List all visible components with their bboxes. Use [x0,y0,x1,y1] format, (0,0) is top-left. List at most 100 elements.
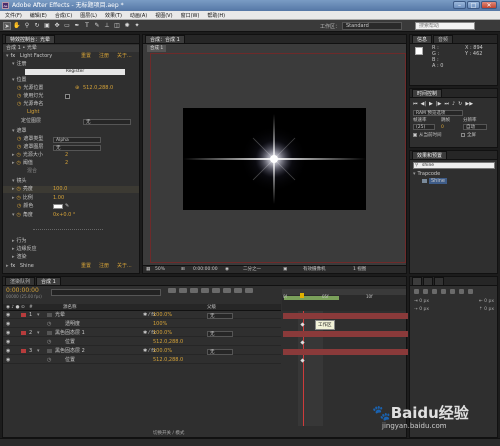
next-frame-icon[interactable]: |▶ [436,101,442,108]
rotate-tool-icon[interactable]: ↻ [33,22,41,30]
view-dropdown[interactable]: 有效摄像机 [303,266,326,274]
work-area-bar[interactable] [284,296,339,300]
align-right-icon[interactable] [432,289,437,294]
stopwatch-icon[interactable]: ◷ [17,93,21,99]
layer-row[interactable]: ◉ 2 ▾ 黑色固态层 1 ✱ ⁄ fx 100.0% 无 [3,330,281,337]
effect-about-link[interactable]: 关于... [117,53,132,60]
shine-reset-link[interactable]: 重置 [81,263,91,270]
loop-icon[interactable]: ↻ [458,101,462,108]
snapshot-icon[interactable]: ◉ [225,266,229,274]
pen-tool-icon[interactable]: ✒ [73,22,81,30]
tab-info[interactable]: 信息 [412,35,433,43]
obscuration-section[interactable]: ▾ 遮罩 [3,128,139,135]
roto-brush-tool-icon[interactable]: ✺ [123,22,131,30]
stopwatch-icon[interactable]: ◷ [17,144,21,150]
layer-row[interactable]: ◉ 3 ▾ 黑色固态层 2 ✱ ⁄ fx 100.0% 无 [3,348,281,355]
register-button[interactable]: Register [25,69,125,75]
menu-composition[interactable]: 合成(C) [55,12,72,19]
shine-about-link[interactable]: 关于... [117,263,132,270]
justify-center-icon[interactable] [450,289,455,294]
tab-a[interactable] [412,277,422,285]
label-color-swatch[interactable] [21,313,26,317]
layer-duration-bar[interactable] [283,349,408,355]
views-dropdown[interactable]: 1 视图 [353,266,366,274]
visibility-eye-icon[interactable]: ◉ [6,339,10,346]
scale-value[interactable]: 1.00 [53,195,64,202]
current-time-indicator[interactable] [300,293,304,298]
light-source-name-value[interactable]: Light [3,109,139,116]
stopwatch-icon[interactable]: ◷ [17,203,21,209]
register-section[interactable]: ▾ 注册 [3,61,139,68]
grid-toggle-icon[interactable]: ▦ [146,266,150,274]
edge-reaction-section[interactable]: ▸ 边缘反应 [3,246,139,253]
text-tool-icon[interactable]: T [83,22,91,30]
tab-render-queue[interactable]: 渲染队列 [5,277,36,285]
ram-preview-dropdown[interactable]: RAM 预览选项 [413,110,463,116]
shine-preset-item[interactable]: Shine [422,178,492,185]
brush-tool-icon[interactable]: ✎ [93,22,101,30]
visibility-eye-icon[interactable]: ◉ [6,312,10,319]
render-section[interactable]: ▸ 渲染 [3,254,139,261]
visibility-eye-icon[interactable]: ◉ [6,348,10,355]
camera-tool-icon[interactable]: ▣ [43,22,51,30]
keyframe-marker[interactable] [300,340,305,345]
selection-tool-icon[interactable]: ➤ [3,21,11,30]
stopwatch-icon[interactable]: ◷ [17,85,21,91]
toggle-switches-modes[interactable]: 切换开关 / 模式 [153,430,184,436]
color-swatch[interactable] [53,204,63,209]
align-left-icon[interactable] [414,289,419,294]
frame-blending-icon[interactable] [201,288,209,293]
last-frame-icon[interactable]: ⏭ [444,101,449,108]
close-button[interactable]: ✕ [481,1,497,9]
first-frame-icon[interactable]: ⏮ [413,101,418,108]
visibility-eye-icon[interactable]: ◉ [6,357,10,364]
obscuration-type-dropdown[interactable]: Alpha [53,137,101,143]
menu-edit[interactable]: 编辑(E) [30,12,47,19]
effect-register-link[interactable]: 注册 [99,53,109,60]
eyedropper-icon[interactable]: ✎ [65,203,69,210]
tab-c[interactable] [434,277,444,285]
time-ruler[interactable]: 0f 05f 10f [282,289,406,311]
play-icon[interactable]: ▶ [429,101,433,108]
crosshair-icon[interactable]: ⊕ [75,85,79,92]
full-screen-checkbox[interactable] [461,133,465,137]
obscuration-layer-dropdown[interactable]: 无 [53,145,101,151]
graph-editor-icon[interactable] [223,288,231,293]
quality-dropdown[interactable]: 二分之一 [243,266,261,274]
label-color-swatch[interactable] [21,349,26,353]
prev-frame-icon[interactable]: ◀| [421,101,427,108]
timeline-search-input[interactable] [51,289,161,296]
motion-blur-icon[interactable] [212,288,220,293]
keyframe-marker[interactable] [300,358,305,363]
audio-icon[interactable]: ♪ [452,101,455,108]
effect-reset-link[interactable]: 重置 [81,53,91,60]
rectangle-tool-icon[interactable]: ▭ [63,22,71,30]
minimize-button[interactable]: – [453,1,466,9]
tab-audio[interactable]: 音频 [433,35,454,43]
stopwatch-icon[interactable]: ◷ [17,136,21,142]
menu-window[interactable]: 窗口(W) [181,12,200,19]
label-color-swatch[interactable] [21,331,26,335]
stopwatch-icon[interactable]: ◷ [17,195,21,201]
menu-file[interactable]: 文件(F) [5,12,22,19]
timeline-timecode[interactable]: 0:00:00:00 [6,287,39,294]
clone-stamp-tool-icon[interactable]: ⊥ [103,22,111,30]
menu-effect[interactable]: 效果(T) [105,12,122,19]
property-row[interactable]: ◉ ◷ 位置 512.0,288.0 [3,357,281,364]
workspace-dropdown[interactable]: Standard [342,22,402,30]
help-search-input[interactable]: 搜索帮助 [415,22,475,30]
draft-3d-icon[interactable] [179,288,187,293]
behavior-section[interactable]: ▸ 行为 [3,238,139,245]
property-row[interactable]: ◉ ◷ 位置 512.0,288.0 [3,339,281,346]
indent-fields[interactable]: ⇥ 0 px ⇤ 0 px ⇢ 0 px ⇡ 0 px [414,299,494,321]
stopwatch-icon[interactable]: ◷ [17,152,21,158]
align-center-icon[interactable] [423,289,428,294]
eraser-tool-icon[interactable]: ◫ [113,22,121,30]
location-section[interactable]: ▾ 位置 [3,77,139,84]
stopwatch-icon[interactable]: ◷ [17,212,21,218]
brightness-value[interactable]: 100.0 [53,186,67,193]
effects-search-input[interactable]: ⚲ shine [413,162,495,169]
source-size-value[interactable]: 2 [65,152,68,159]
trapcode-group[interactable]: ▾ Trapcode [413,171,493,178]
use-light-checkbox[interactable] [65,94,70,99]
